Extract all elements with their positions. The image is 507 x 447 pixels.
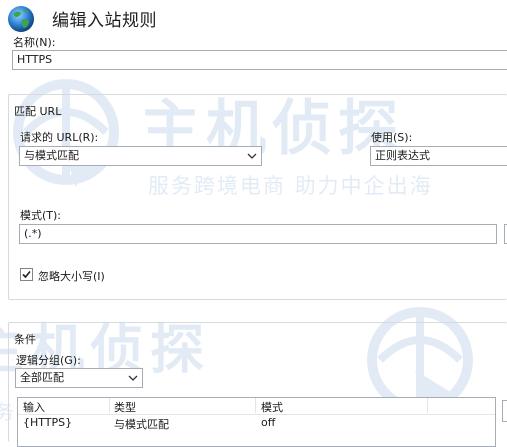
window-title: 编辑入站规则: [52, 11, 157, 31]
ignore-case-checkbox[interactable]: [20, 268, 33, 281]
row-input-cell: {HTTPS}: [23, 416, 73, 429]
column-header-pattern[interactable]: 模式: [261, 399, 283, 415]
row-type-cell: 与模式匹配: [114, 418, 169, 431]
name-label: 名称(N):: [13, 36, 56, 49]
name-input[interactable]: HTTPS: [12, 50, 507, 70]
logical-grouping-select[interactable]: 全部匹配: [15, 368, 143, 388]
add-condition-button-edge[interactable]: [502, 400, 507, 422]
column-header-type[interactable]: 类型: [114, 399, 136, 415]
using-value: 正则表达式: [375, 149, 430, 162]
conditions-group-label: 条件: [14, 333, 36, 346]
requested-url-select[interactable]: 与模式匹配: [19, 146, 262, 166]
table-row[interactable]: {HTTPS} 与模式匹配 off: [18, 415, 495, 431]
pattern-label: 模式(T):: [20, 209, 62, 222]
logical-grouping-value: 全部匹配: [20, 371, 64, 384]
conditions-table-header: 输入 类型 模式: [18, 398, 495, 415]
conditions-table: 输入 类型 模式 {HTTPS} 与模式匹配 off: [17, 397, 496, 447]
checkmark-icon: [22, 270, 31, 279]
chevron-down-icon: [247, 153, 257, 159]
ignore-case-label: 忽略大小写(I): [38, 270, 105, 283]
match-url-group-label: 匹配 URL: [14, 105, 62, 118]
row-pattern-cell: off: [261, 416, 276, 429]
requested-url-label: 请求的 URL(R):: [20, 131, 99, 144]
chevron-down-icon: [128, 375, 138, 381]
using-select[interactable]: 正则表达式: [370, 146, 507, 166]
pattern-input[interactable]: (.*): [19, 224, 497, 244]
logical-grouping-label: 逻辑分组(G):: [16, 354, 81, 367]
globe-icon: [8, 6, 34, 32]
requested-url-value: 与模式匹配: [24, 149, 79, 162]
using-label: 使用(S):: [371, 131, 413, 144]
column-header-input[interactable]: 输入: [23, 399, 45, 415]
